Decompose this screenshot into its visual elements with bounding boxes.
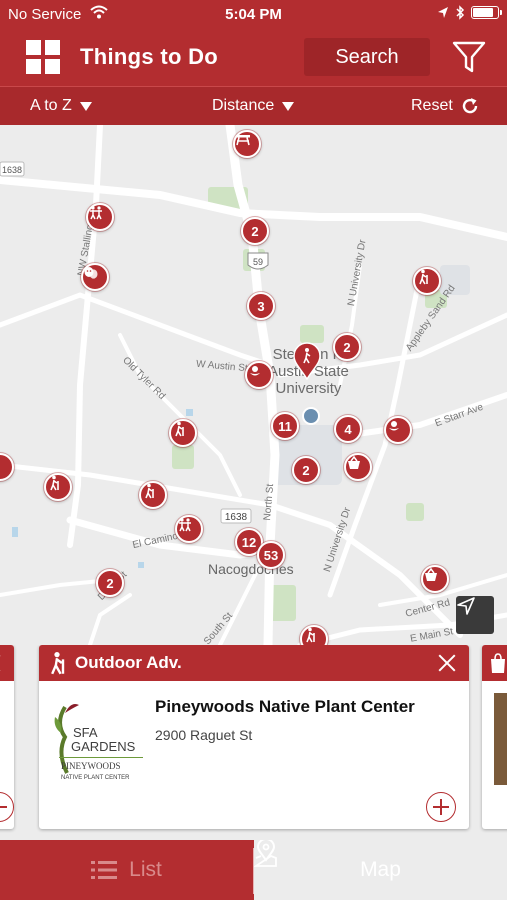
hiking-pin[interactable] (44, 473, 72, 501)
result-card-previous[interactable] (0, 645, 14, 829)
caret-down-icon (79, 101, 92, 111)
map-pin-icon (254, 840, 277, 867)
arts-pin[interactable] (86, 203, 114, 231)
hiking-pin[interactable] (300, 625, 328, 645)
hiker-icon (50, 475, 59, 491)
logo-text: NATIVE PLANT CENTER (61, 775, 130, 781)
location-arrow-icon (438, 7, 448, 18)
sort-a-to-z-dropdown[interactable]: A to Z (30, 97, 92, 115)
place-logo: SFA GARDENS PINEYWOODS NATIVE PLANT CENT… (51, 693, 143, 791)
cluster-pin[interactable]: 53 (257, 541, 285, 569)
theater-masks-icon (84, 267, 98, 279)
logo-text: PINEYWOODS (61, 761, 121, 771)
reset-label: Reset (411, 97, 453, 114)
picnic-pin[interactable] (233, 130, 261, 158)
app-header: Things to Do Search (0, 30, 507, 86)
status-bar: No Service 5:04 PM (0, 0, 507, 30)
status-time: 5:04 PM (225, 6, 282, 23)
add-button[interactable] (0, 792, 14, 822)
filter-icon[interactable] (452, 40, 486, 79)
cluster-pin[interactable]: 3 (247, 292, 275, 320)
status-right (437, 5, 502, 20)
hiker-icon (51, 651, 65, 675)
map-tab[interactable]: Map (254, 840, 507, 900)
cluster-pin[interactable]: 2 (96, 569, 124, 597)
page-title: Things to Do (80, 44, 219, 69)
add-button[interactable] (426, 792, 456, 822)
result-card-next[interactable] (482, 645, 507, 829)
hiking-pin[interactable] (139, 481, 167, 509)
map-view[interactable]: 1638 59 1638 NW Stallings Dr Old Tyler R… (0, 125, 507, 645)
shopping-basket-icon (348, 455, 360, 469)
distance-label: Distance (212, 97, 275, 114)
refresh-icon (462, 98, 477, 114)
picnic-table-icon (236, 135, 250, 146)
results-carousel[interactable]: Outdoor Adv. SFA GARDENS PINEYWOODS NATI… (0, 645, 507, 840)
shopping-basket-icon (425, 567, 437, 581)
map-tab-label: Map (360, 858, 401, 881)
garden-pin[interactable] (384, 416, 412, 444)
theater-pin[interactable] (81, 263, 109, 291)
close-icon[interactable] (437, 653, 457, 673)
shopping-pin[interactable] (344, 453, 372, 481)
flower-icon (389, 421, 399, 431)
cluster-pin[interactable]: 11 (271, 412, 299, 440)
arts-pin[interactable] (175, 515, 203, 543)
cluster-pin[interactable]: 4 (334, 415, 362, 443)
shopping-bag-icon (491, 653, 505, 673)
reset-button[interactable]: Reset (411, 97, 479, 115)
hiking-pin[interactable] (413, 267, 441, 295)
logo-text: SFA (73, 725, 98, 740)
logo-text: GARDENS (71, 739, 136, 754)
grid-icon[interactable] (26, 40, 60, 74)
cluster-pin[interactable]: 2 (292, 456, 320, 484)
university-poi-icon (302, 407, 320, 425)
cluster-pin[interactable]: 2 (241, 217, 269, 245)
distance-dropdown[interactable]: Distance (212, 97, 295, 115)
shield-label: 1638 (2, 165, 22, 175)
shield-label: 1638 (225, 512, 248, 523)
cluster-pin[interactable]: 2 (333, 333, 361, 361)
list-tab-label: List (129, 858, 162, 881)
garden-pin[interactable] (245, 361, 273, 389)
shopping-pin[interactable] (421, 565, 449, 593)
card-category: Outdoor Adv. (75, 653, 182, 672)
map-marker-icon (293, 342, 321, 380)
place-photo (494, 693, 507, 785)
battery-fill (473, 8, 493, 17)
sort-bar: A to Z Distance Reset (0, 86, 507, 125)
dancers-icon (179, 518, 191, 532)
hiker-icon (145, 483, 154, 499)
bluetooth-icon (456, 5, 465, 20)
battery-icon (471, 6, 502, 19)
place-address: 2900 Raguet St (155, 727, 253, 743)
card-header (482, 645, 507, 681)
place-name[interactable]: Pineywoods Native Plant Center (155, 697, 415, 717)
hiker-icon (306, 627, 315, 643)
card-header (0, 645, 14, 681)
list-tab[interactable]: List (0, 840, 253, 900)
flower-icon (250, 366, 260, 376)
sort-label: A to Z (30, 97, 72, 114)
selected-location-pin[interactable] (292, 342, 322, 380)
navigation-arrow-icon (457, 597, 475, 615)
hiker-icon (419, 269, 428, 285)
dancers-icon (90, 206, 102, 220)
shield-label: 59 (253, 257, 263, 267)
hiking-pin[interactable] (169, 419, 197, 447)
hiker-icon (175, 421, 184, 437)
search-button[interactable]: Search (304, 38, 430, 76)
list-icon (91, 861, 118, 879)
card-header: Outdoor Adv. (39, 645, 469, 681)
close-icon[interactable] (0, 653, 2, 673)
caret-down-icon (282, 101, 295, 111)
locate-me-button[interactable] (456, 596, 494, 634)
result-card[interactable]: Outdoor Adv. SFA GARDENS PINEYWOODS NATI… (39, 645, 469, 829)
bottom-nav: List Map (0, 840, 507, 900)
